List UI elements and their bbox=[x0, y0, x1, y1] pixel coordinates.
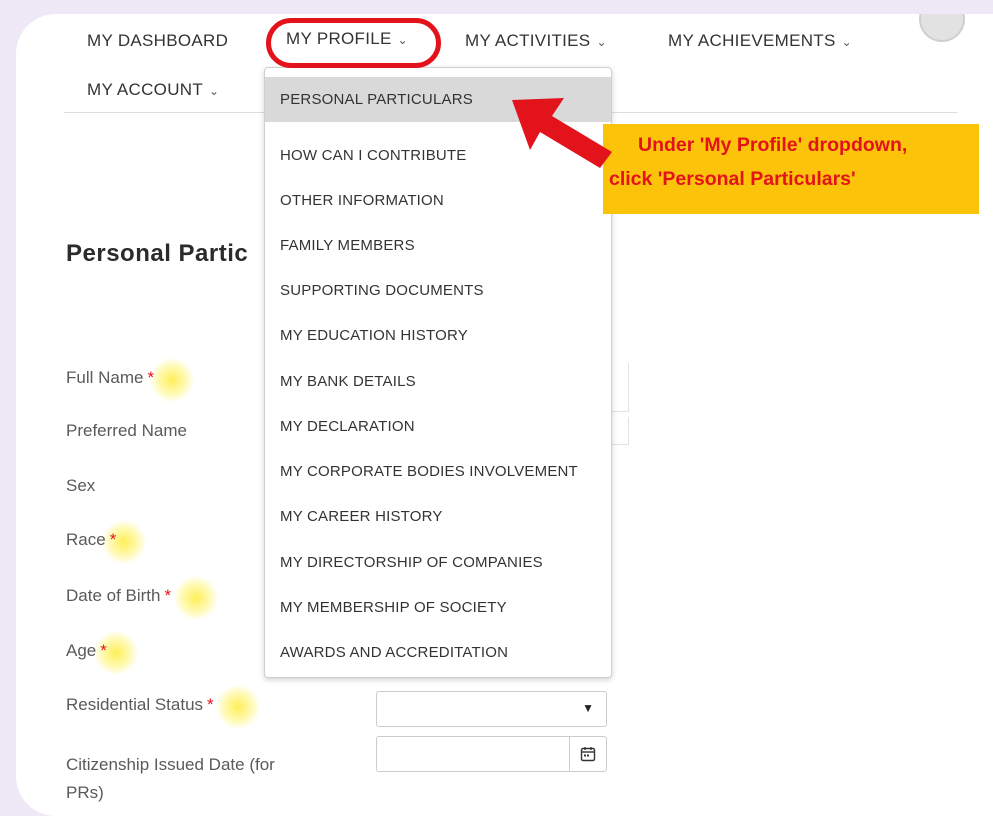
callout-line-1: Under 'My Profile' dropdown, bbox=[638, 134, 908, 156]
avatar[interactable] bbox=[919, 14, 965, 42]
annotation-circle bbox=[266, 18, 441, 68]
menu-item-my-education-history[interactable]: MY EDUCATION HISTORY bbox=[265, 313, 611, 358]
required-mark: * bbox=[109, 530, 117, 549]
preferred-name-input-edge bbox=[610, 417, 629, 445]
callout-line-2: click 'Personal Particulars' bbox=[609, 168, 856, 190]
nav-my-activities[interactable]: MY ACTIVITIES ⌄ bbox=[465, 31, 607, 51]
full-name-input-edge bbox=[610, 363, 629, 412]
highlight-glow bbox=[102, 520, 146, 564]
menu-item-my-career-history[interactable]: MY CAREER HISTORY bbox=[265, 494, 611, 539]
nav-my-account-label: MY ACCOUNT bbox=[87, 80, 204, 99]
nav-my-account[interactable]: MY ACCOUNT ⌄ bbox=[87, 80, 219, 100]
menu-item-my-membership-of-society[interactable]: MY MEMBERSHIP OF SOCIETY bbox=[265, 585, 611, 630]
menu-item-my-bank-details[interactable]: MY BANK DETAILS bbox=[265, 359, 611, 404]
label-preferred-name: Preferred Name bbox=[66, 421, 187, 440]
menu-item-my-corporate-bodies-involvement[interactable]: MY CORPORATE BODIES INVOLVEMENT bbox=[265, 449, 611, 494]
caret-down-icon: ▼ bbox=[582, 701, 594, 715]
annotation-arrow-icon bbox=[512, 98, 612, 168]
required-mark: * bbox=[100, 641, 107, 660]
label-sex: Sex bbox=[66, 476, 96, 495]
page-title: Personal Partic bbox=[66, 240, 249, 267]
required-mark: * bbox=[147, 368, 155, 387]
nav-my-activities-label: MY ACTIVITIES bbox=[465, 31, 591, 50]
required-mark: * bbox=[207, 695, 214, 714]
page-card: MY DASHBOARD MY PROFILE ⌄ MY ACTIVITIES ⌄ … bbox=[16, 14, 993, 816]
menu-item-supporting-documents[interactable]: SUPPORTING DOCUMENTS bbox=[265, 268, 611, 313]
label-citizenship-issued-date: Citizenship Issued Date (for PRs) bbox=[66, 755, 275, 802]
nav-my-dashboard[interactable]: MY DASHBOARD bbox=[87, 31, 228, 51]
highlight-glow bbox=[150, 358, 194, 402]
annotation-callout: Under 'My Profile' dropdown, click 'Pers… bbox=[603, 124, 979, 214]
label-age: Age * bbox=[66, 631, 138, 675]
calendar-icon bbox=[580, 747, 596, 762]
menu-item-awards-and-accreditation[interactable]: AWARDS AND ACCREDITATION bbox=[265, 630, 611, 675]
chevron-down-icon: ⌄ bbox=[596, 35, 607, 49]
nav-my-dashboard-label: MY DASHBOARD bbox=[87, 31, 229, 50]
date-picker-button[interactable] bbox=[569, 737, 606, 771]
label-residential-status: Residential Status * bbox=[66, 685, 260, 729]
label-date-of-birth: Date of Birth * bbox=[66, 576, 218, 620]
menu-item-other-information[interactable]: OTHER INFORMATION bbox=[265, 178, 611, 223]
residential-status-select[interactable]: ▼ bbox=[376, 691, 607, 727]
menu-item-my-directorship-of-companies[interactable]: MY DIRECTORSHIP OF COMPANIES bbox=[265, 540, 611, 585]
citizenship-issued-date-input[interactable] bbox=[376, 736, 607, 772]
label-full-name: Full Name * bbox=[66, 358, 194, 402]
nav-my-achievements[interactable]: MY ACHIEVEMENTS ⌄ bbox=[668, 31, 852, 51]
highlight-glow bbox=[174, 576, 218, 620]
nav-my-achievements-label: MY ACHIEVEMENTS bbox=[668, 31, 836, 50]
menu-item-my-declaration[interactable]: MY DECLARATION bbox=[265, 404, 611, 449]
highlight-glow bbox=[216, 685, 260, 729]
label-race: Race * bbox=[66, 520, 146, 564]
chevron-down-icon: ⌄ bbox=[209, 84, 220, 98]
required-mark: * bbox=[164, 586, 172, 605]
chevron-down-icon: ⌄ bbox=[841, 35, 852, 49]
menu-item-family-members[interactable]: FAMILY MEMBERS bbox=[265, 223, 611, 268]
